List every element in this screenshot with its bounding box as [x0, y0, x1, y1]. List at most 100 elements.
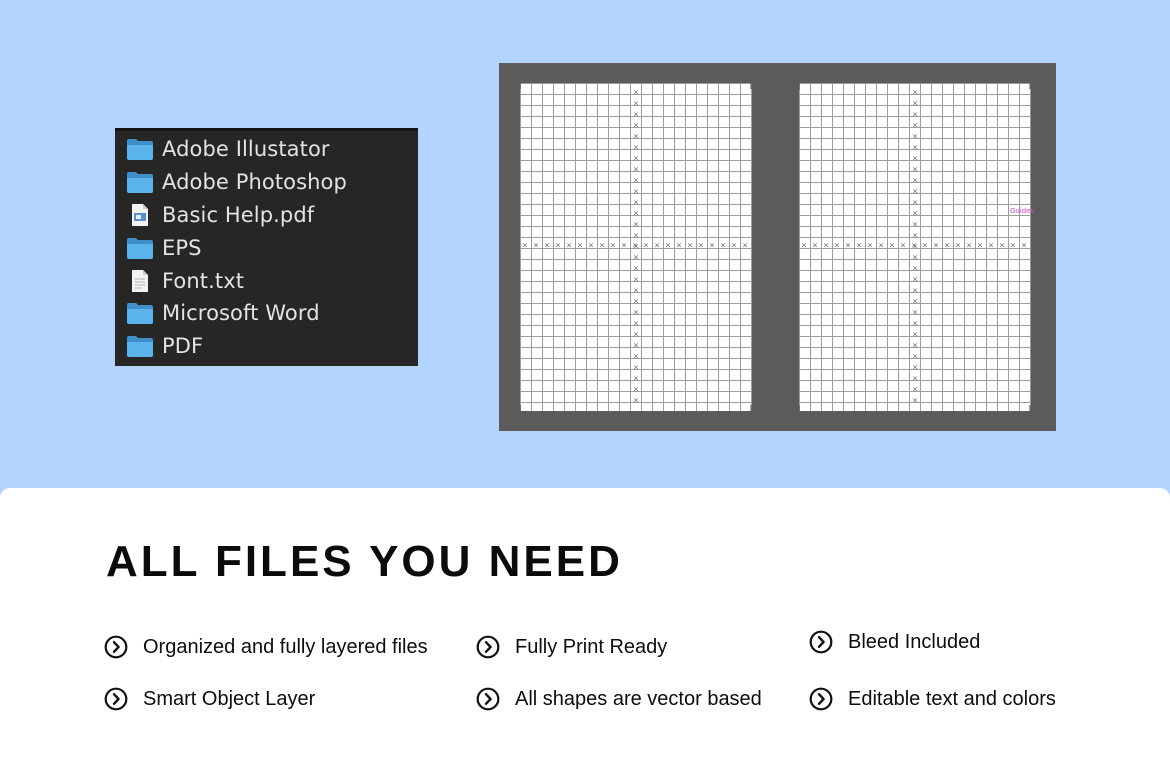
guide-cross-mark: ×	[912, 298, 918, 306]
guide-cross-mark: ×	[845, 242, 851, 250]
guide-cross-mark: ×	[999, 242, 1005, 250]
file-label: Font.txt	[162, 268, 245, 293]
folder-icon	[126, 235, 154, 261]
guide-cross-mark: ×	[912, 133, 918, 141]
guide-cross-mark: ×	[912, 265, 918, 273]
guide-cross-mark: ×	[912, 353, 918, 361]
guide-cross-mark: ×	[633, 375, 639, 383]
guide-cross-mark: ×	[867, 242, 873, 250]
guide-cross-mark: ×	[633, 144, 639, 152]
headline: ALL FILES YOU NEED	[106, 537, 623, 586]
file-browser-panel: Adobe Illustator Adobe Photoshop Basic H…	[115, 128, 418, 366]
guide-cross-mark: ×	[834, 242, 840, 250]
guide-cross-mark: ×	[912, 122, 918, 130]
guide-cross-mark: ×	[912, 375, 918, 383]
guide-cross-mark: ×	[654, 242, 660, 250]
chevron-circle-icon	[809, 687, 833, 711]
chevron-circle-icon	[104, 687, 128, 711]
file-row-basic-help-pdf[interactable]: Basic Help.pdf	[115, 199, 418, 232]
guide-cross-mark: ×	[912, 144, 918, 152]
feature-label: Bleed Included	[848, 630, 981, 653]
guide-cross-mark: ×	[633, 210, 639, 218]
file-label: Adobe Illustator	[162, 137, 330, 162]
guide-cross-mark: ×	[633, 232, 639, 240]
file-row-eps[interactable]: EPS	[115, 231, 418, 264]
guide-cross-mark: ×	[933, 242, 939, 250]
chevron-circle-icon	[476, 687, 500, 711]
feature-label: Editable text and colors	[848, 687, 1056, 710]
guide-cross-mark: ×	[633, 221, 639, 229]
guide-cross-mark: ×	[720, 242, 726, 250]
guide-cross-mark: ×	[912, 254, 918, 262]
guide-cross-mark: ×	[1010, 242, 1016, 250]
guide-cross-mark: ×	[555, 242, 561, 250]
guide-cross-mark: ×	[698, 242, 704, 250]
guide-label: Guides	[1010, 207, 1035, 215]
guide-cross-mark: ×	[812, 242, 818, 250]
chevron-circle-icon	[476, 635, 500, 659]
guide-cross-mark: ×	[633, 89, 639, 97]
guide-cross-mark: ×	[955, 242, 961, 250]
guide-cross-mark: ×	[912, 155, 918, 163]
guide-cross-mark: ×	[676, 242, 682, 250]
guide-cross-mark: ×	[633, 331, 639, 339]
guide-cross-mark: ×	[823, 242, 829, 250]
guide-cross-mark: ×	[878, 242, 884, 250]
guide-cross-mark: ×	[912, 166, 918, 174]
guide-cross-mark: ×	[533, 242, 539, 250]
guide-cross-mark: ×	[633, 386, 639, 394]
guide-cross-mark: ×	[632, 242, 638, 250]
file-label: Basic Help.pdf	[162, 202, 315, 227]
guide-cross-mark: ×	[687, 242, 693, 250]
guide-cross-mark: ×	[922, 242, 928, 250]
guide-cross-mark: ×	[977, 242, 983, 250]
guide-cross-mark: ×	[944, 242, 950, 250]
guide-cross-mark: ×	[966, 242, 972, 250]
guide-marks: × × × × × × × × × × × × × × × × × × × × × × × × × × × × × × × × × × × × × × × ×…	[799, 83, 1031, 411]
feature-label: Organized and fully layered files	[143, 635, 428, 658]
guide-cross-mark: ×	[599, 242, 605, 250]
guide-cross-mark: ×	[911, 242, 917, 250]
guide-cross-mark: ×	[1021, 242, 1027, 250]
feature-item-smart-object: Smart Object Layer	[104, 687, 315, 711]
chevron-circle-icon	[104, 635, 128, 659]
guide-cross-mark: ×	[912, 210, 918, 218]
guide-cross-mark: ×	[912, 364, 918, 372]
feature-item-print-ready: Fully Print Ready	[476, 635, 667, 659]
guide-cross-mark: ×	[912, 386, 918, 394]
feature-label: Fully Print Ready	[515, 635, 668, 658]
guide-cross-mark: ×	[900, 242, 906, 250]
file-label: Adobe Photoshop	[162, 170, 347, 195]
guide-cross-mark: ×	[633, 199, 639, 207]
guide-cross-mark: ×	[633, 287, 639, 295]
guide-cross-mark: ×	[801, 242, 807, 250]
grid-page-left: × × × × × × × × × × × × × × × × × × × × × × × × × × × × × × × × × × × × × × × ×…	[520, 83, 752, 411]
guide-cross-mark: ×	[633, 177, 639, 185]
guide-cross-mark: ×	[912, 397, 918, 405]
feature-item-bleed: Bleed Included	[809, 630, 980, 654]
feature-card: ALL FILES YOU NEED Organized and fully l…	[0, 488, 1170, 780]
guide-cross-mark: ×	[988, 242, 994, 250]
guide-cross-mark: ×	[889, 242, 895, 250]
file-row-pdf[interactable]: PDF	[115, 330, 418, 363]
text-file-icon	[126, 268, 154, 294]
guide-cross-mark: ×	[912, 342, 918, 350]
guide-cross-mark: ×	[633, 133, 639, 141]
guide-cross-mark: ×	[633, 320, 639, 328]
guide-cross-mark: ×	[633, 298, 639, 306]
guide-cross-mark: ×	[912, 320, 918, 328]
file-label: PDF	[162, 334, 204, 359]
guide-cross-mark: ×	[633, 188, 639, 196]
file-row-font-txt[interactable]: Font.txt	[115, 264, 418, 297]
guide-cross-mark: ×	[912, 111, 918, 119]
file-row-adobe-photoshop[interactable]: Adobe Photoshop	[115, 166, 418, 199]
folder-icon	[126, 333, 154, 359]
guide-cross-mark: ×	[912, 177, 918, 185]
guide-cross-mark: ×	[912, 276, 918, 284]
file-row-microsoft-word[interactable]: Microsoft Word	[115, 297, 418, 330]
file-row-adobe-illustrator[interactable]: Adobe Illustator	[115, 133, 418, 166]
guide-cross-mark: ×	[633, 155, 639, 163]
guide-cross-mark: ×	[912, 100, 918, 108]
feature-item-editable: Editable text and colors	[809, 687, 1056, 711]
guide-cross-mark: ×	[633, 397, 639, 405]
